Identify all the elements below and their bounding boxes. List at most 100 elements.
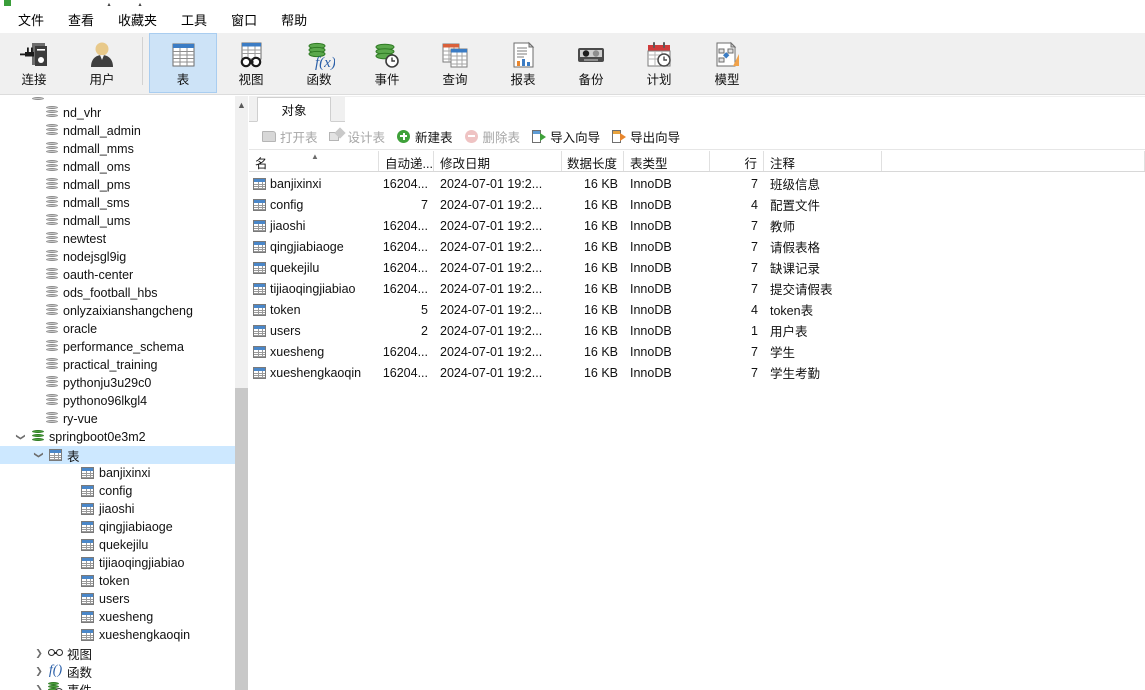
tree-item-database[interactable]: pythono96lkgl4 xyxy=(0,392,235,410)
toolbar-button-model[interactable]: 模型 xyxy=(693,33,761,93)
import-wizard-button[interactable]: 导入向导 xyxy=(527,125,607,148)
toolbar-button-backup[interactable]: 备份 xyxy=(557,33,625,93)
tree-item-database[interactable]: ndmall_sms xyxy=(0,194,235,212)
menu-item-help[interactable]: 帮助 xyxy=(269,7,319,32)
table-row[interactable]: xueshengkaoqin 16204... 2024-07-01 19:2...… xyxy=(249,361,1145,382)
tree-item-database[interactable]: ndmall_mms xyxy=(0,140,235,158)
table-row[interactable]: jiaoshi 16204... 2024-07-01 19:2... 16 KB In… xyxy=(249,214,1145,235)
toolbar-button-view[interactable]: 视图 xyxy=(217,33,285,93)
table-row[interactable]: xuesheng 16204... 2024-07-01 19:2... 16 KB I… xyxy=(249,340,1145,361)
tree-item-database[interactable]: oauth-center xyxy=(0,266,235,284)
tree-item-table-label: xuesheng xyxy=(99,610,154,624)
tree-item-database[interactable]: ndmall_ums xyxy=(0,212,235,230)
column-header-name[interactable]: 名 ▲ xyxy=(249,151,379,171)
tree-item-view-group[interactable]: ❯ 视图 xyxy=(0,644,235,662)
tree-item-database[interactable]: ndmall_pms xyxy=(0,176,235,194)
chevron-right-icon[interactable]: ❯ xyxy=(32,680,46,690)
table-row[interactable]: config 7 2024-07-01 19:2... 16 KB InnoDB 4 配置文… xyxy=(249,193,1145,214)
tree-item-table[interactable]: banjixinxi xyxy=(0,464,235,482)
tree-scrollbar-thumb[interactable] xyxy=(235,388,248,690)
tree-item-database[interactable]: practical_training xyxy=(0,356,235,374)
tree-item-table[interactable]: token xyxy=(0,572,235,590)
tree-item-table[interactable]: users xyxy=(0,590,235,608)
tree-item-tables-group[interactable]: ❯ 表 xyxy=(0,446,235,464)
table-row[interactable]: users 2 2024-07-01 19:2... 16 KB InnoDB 1 用户表 xyxy=(249,319,1145,340)
table-row[interactable]: qingjiabiaoge 16204... 2024-07-01 19:2... 1… xyxy=(249,235,1145,256)
tree-item-table-label: token xyxy=(99,574,130,588)
tree-item-database[interactable]: nodejsgl9ig xyxy=(0,248,235,266)
tree-item-event-group[interactable]: ❯ 事件 xyxy=(0,680,235,690)
tree-vertical-scrollbar[interactable]: ▲ xyxy=(235,96,248,690)
menu-bar: 文件 查看 收藏夹 工具 窗口 帮助 xyxy=(0,6,1145,33)
table-grid-icon xyxy=(78,518,97,536)
toolbar-button-query[interactable]: 查询 xyxy=(421,33,489,93)
tree-item-database[interactable]: nd_vhr xyxy=(0,104,235,122)
tree-item-table[interactable]: tijiaoqingjiabiao xyxy=(0,554,235,572)
table-row[interactable]: token 5 2024-07-01 19:2... 16 KB InnoDB 4 toke… xyxy=(249,298,1145,319)
chevron-right-icon[interactable]: ❯ xyxy=(32,662,46,680)
delete-table-button[interactable]: 删除表 xyxy=(460,125,528,148)
menu-item-window[interactable]: 窗口 xyxy=(219,7,269,32)
tree-item-database[interactable]: newtest xyxy=(0,230,235,248)
column-header-modified-date[interactable]: 修改日期 xyxy=(434,151,562,171)
export-wizard-button[interactable]: 导出向导 xyxy=(607,125,687,148)
menu-item-tools[interactable]: 工具 xyxy=(169,7,219,32)
tree-item-database[interactable]: onlyzaixianshangcheng xyxy=(0,302,235,320)
tree-item-database[interactable]: oracle xyxy=(0,320,235,338)
table-grid-icon xyxy=(253,303,266,316)
table-grid-icon xyxy=(253,366,266,379)
toolbar-button-user[interactable]: 用户 xyxy=(68,33,136,93)
menu-item-file[interactable]: 文件 xyxy=(6,7,56,32)
chevron-down-icon[interactable]: ❯ xyxy=(12,430,30,444)
tree-item-table[interactable]: jiaoshi xyxy=(0,500,235,518)
column-header-auto-increment[interactable]: 自动递... xyxy=(379,151,434,171)
chevron-down-icon[interactable]: ❯ xyxy=(30,448,48,462)
column-header-rows[interactable]: 行 xyxy=(710,151,764,171)
tree-item-database[interactable]: ods_football_hbs xyxy=(0,284,235,302)
toolbar-button-report[interactable]: 报表 xyxy=(489,33,557,93)
tree-item-table[interactable]: quekejilu xyxy=(0,536,235,554)
toolbar-button-table[interactable]: 表 xyxy=(149,33,217,93)
function-icon: f() xyxy=(48,663,63,678)
tree-item-table[interactable]: xuesheng xyxy=(0,608,235,626)
cell-modified-date: 2024-07-01 19:2... xyxy=(440,344,543,359)
cell-modified-date: 2024-07-01 19:2... xyxy=(440,365,543,380)
open-table-button[interactable]: 打开表 xyxy=(257,125,325,148)
scroll-up-arrow-icon[interactable]: ▲ xyxy=(235,96,248,113)
cell-filler xyxy=(882,319,1145,340)
tab-objects[interactable]: 对象 xyxy=(257,97,331,122)
tree-item-database[interactable]: pythonju3u29c0 xyxy=(0,374,235,392)
tree-item-table[interactable]: qingjiabiaoge xyxy=(0,518,235,536)
toolbar-button-schedule[interactable]: 计划 xyxy=(625,33,693,93)
column-header-comment[interactable]: 注释 xyxy=(764,151,882,171)
cell-table-name-label: config xyxy=(270,197,304,212)
menu-item-favorites[interactable]: 收藏夹 xyxy=(106,7,169,32)
function-icon: f(x) xyxy=(303,38,335,72)
tree-item-table[interactable]: config xyxy=(0,482,235,500)
cell-modified-date: 2024-07-01 19:2... xyxy=(440,218,543,233)
table-row[interactable]: quekejilu 16204... 2024-07-01 19:2... 16 KB… xyxy=(249,256,1145,277)
design-table-button[interactable]: 设计表 xyxy=(325,125,393,148)
toolbar-button-connection[interactable]: 连接 xyxy=(0,33,68,93)
table-grid-icon xyxy=(253,324,266,337)
chevron-right-icon[interactable]: ❯ xyxy=(32,644,46,662)
tree-item-function-group[interactable]: ❯ f() 函数 xyxy=(0,662,235,680)
tree-item-database[interactable]: ry-vue xyxy=(0,410,235,428)
tree-item-table[interactable]: xueshengkaoqin xyxy=(0,626,235,644)
tree-item-database[interactable]: performance_schema xyxy=(0,338,235,356)
tree-item-database[interactable]: ndmall_admin xyxy=(0,122,235,140)
table-row[interactable]: tijiaoqingjiabiao 16204... 2024-07-01 19:2… xyxy=(249,277,1145,298)
tree-item-database[interactable]: ndmall_oms xyxy=(0,158,235,176)
cell-auto-increment: 5 xyxy=(421,302,428,317)
toolbar-button-function[interactable]: f(x) 函数 xyxy=(285,33,353,93)
new-table-button[interactable]: 新建表 xyxy=(392,125,460,148)
column-header-data-length[interactable]: 数据长度 xyxy=(562,151,624,171)
table-row[interactable]: banjixinxi 16204... 2024-07-01 19:2... 16 K… xyxy=(249,172,1145,193)
column-header-table-type[interactable]: 表类型 xyxy=(624,151,710,171)
new-table-icon xyxy=(396,129,411,143)
menu-item-view[interactable]: 查看 xyxy=(56,7,106,32)
tree-item-database-expanded[interactable]: ❯ springboot0e3m2 xyxy=(0,428,235,446)
toolbar-button-event[interactable]: 事件 xyxy=(353,33,421,93)
